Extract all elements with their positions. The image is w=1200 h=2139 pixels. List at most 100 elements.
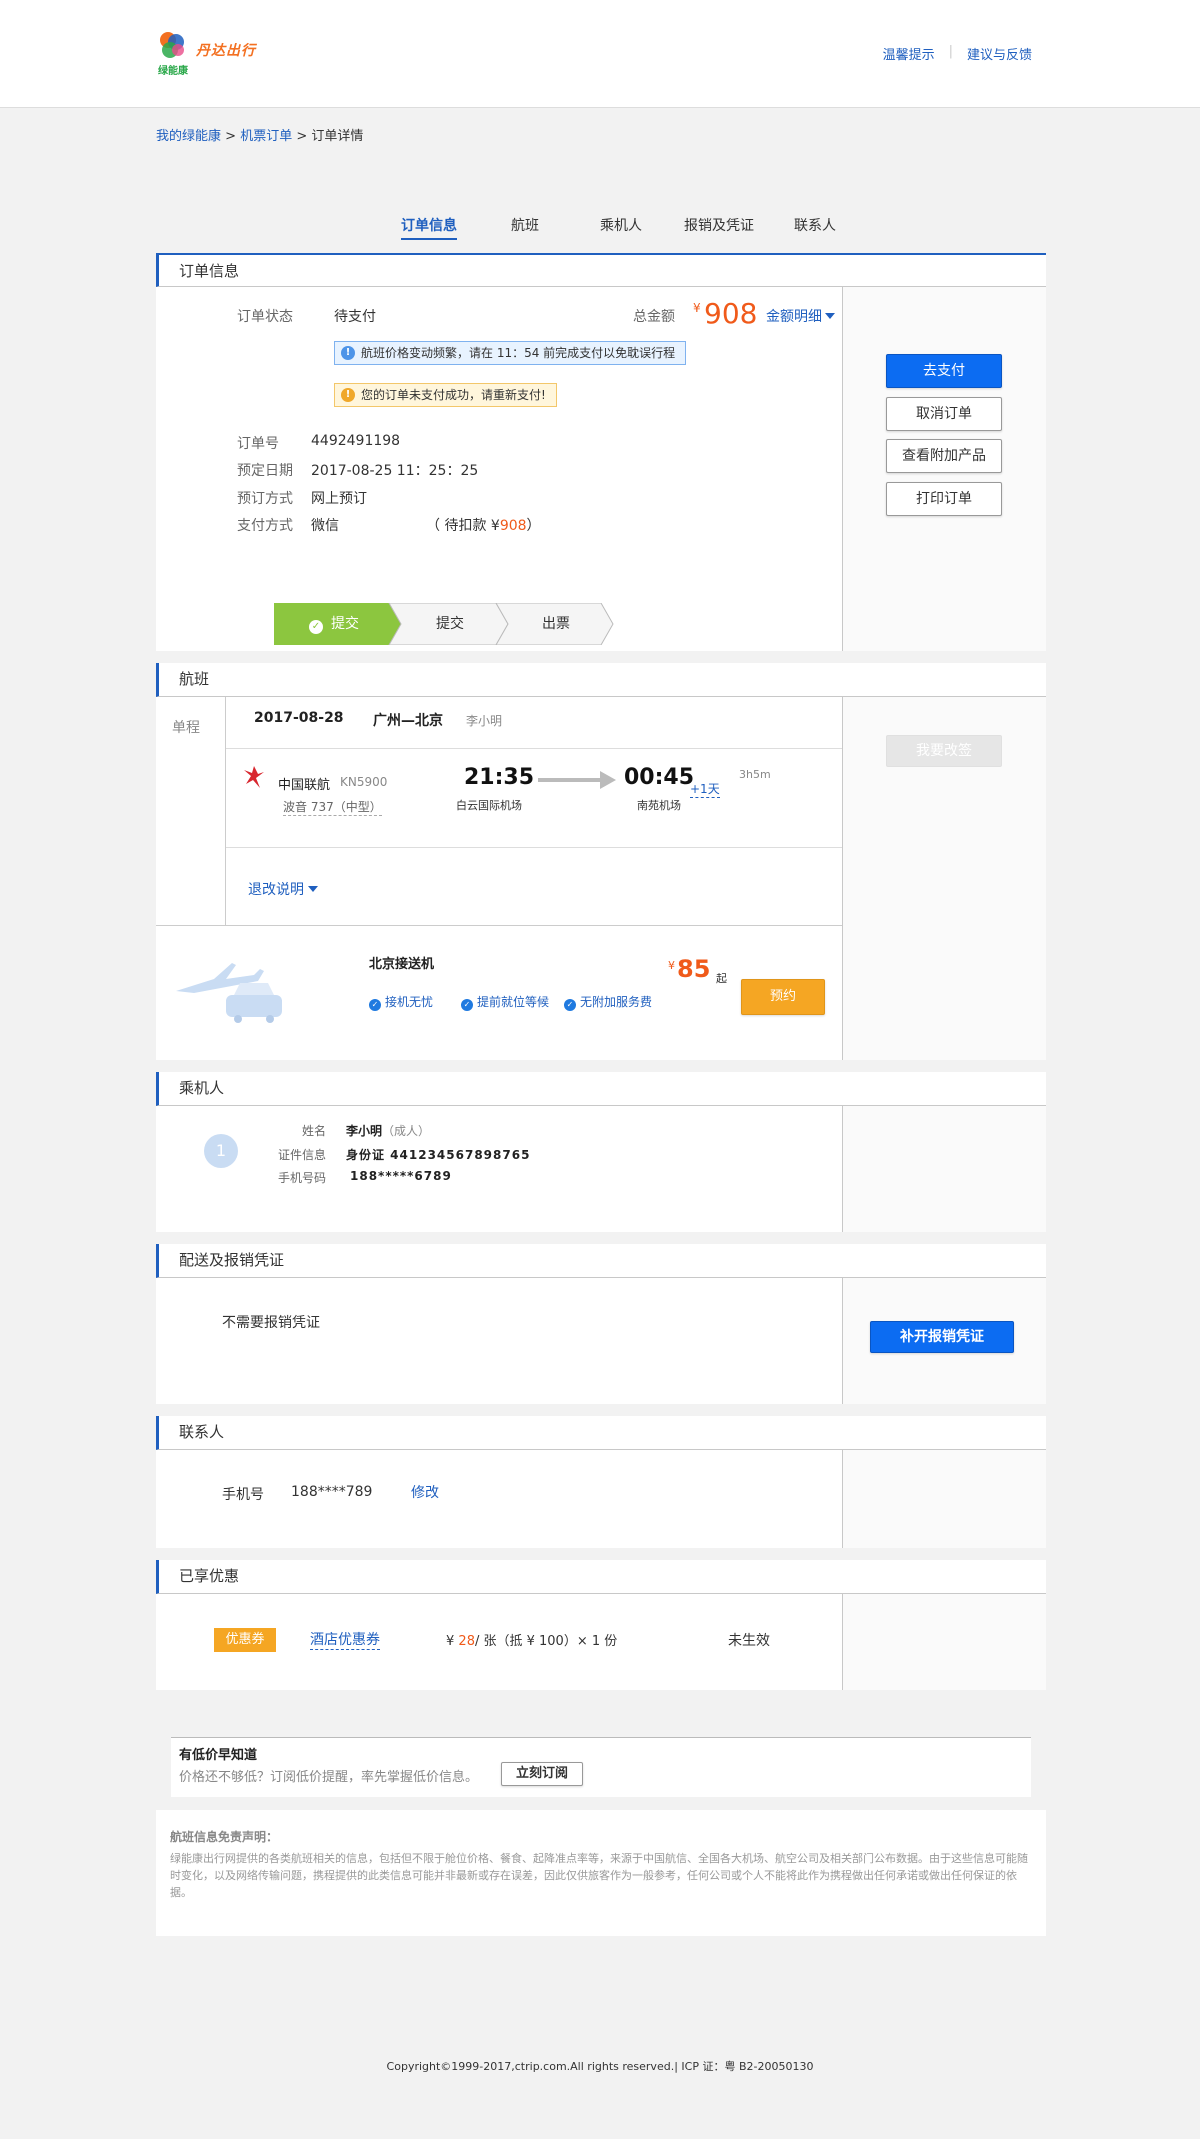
info-icon: ! (341, 346, 355, 360)
header-links: 温馨提示 | 建议与反馈 (869, 44, 1046, 63)
delivery-text: 不需要报销凭证 (222, 1315, 320, 1331)
transfer-feature: ✓ 提前就位等候 (461, 993, 549, 1011)
passengers-side (842, 1106, 1046, 1232)
book-transfer-button[interactable]: 预约 (741, 979, 825, 1015)
transfer-feature: ✓ 无附加服务费 (564, 993, 652, 1011)
feature-label: 提前就位等候 (477, 995, 550, 1009)
booking-date-label: 预定日期 (237, 463, 293, 479)
logo-subtext: 绿能康 (158, 66, 188, 77)
subscribe-button[interactable]: 立刻订阅 (501, 1762, 583, 1786)
transfer-currency: ¥ (668, 959, 675, 972)
amount-detail-link[interactable]: 金额明细 (766, 306, 835, 326)
phone-label: 手机号码 (277, 1171, 326, 1185)
coupon-status: 未生效 (728, 1633, 770, 1649)
low-price-text: 价格还不够低？订阅低价提醒，率先掌握低价信息。 (179, 1770, 479, 1785)
departure-time: 21:35 (464, 765, 535, 790)
view-addons-button[interactable]: 查看附加产品 (886, 439, 1002, 473)
edit-contact-link[interactable]: 修改 (411, 1482, 439, 1502)
pending-value: 908 (499, 518, 527, 534)
hotel-coupon-link[interactable]: 酒店优惠券 (310, 1629, 380, 1650)
panel-title: 配送及报销凭证 (156, 1244, 1046, 1278)
total-label: 总金额 (633, 309, 675, 325)
next-day-indicator[interactable]: +1天 (690, 780, 720, 798)
breadcrumb-separator: > (225, 129, 237, 144)
feature-label: 接机无忧 (385, 995, 434, 1009)
step-label: 提交 (331, 616, 359, 632)
passenger-name: 李小明（成人） (346, 1122, 430, 1139)
arrival-airport: 南苑机场 (637, 799, 681, 812)
divider (156, 925, 842, 926)
tab-flight[interactable]: 航班 (511, 215, 539, 235)
trip-type-column: 单程 (156, 697, 226, 925)
order-info-panel: 订单信息 去支付 取消订单 查看附加产品 打印订单 订单状态 待支付 总金额 ¥… (156, 253, 1046, 651)
tab-passengers[interactable]: 乘机人 (600, 215, 642, 235)
footer: Copyright©1999-2017,ctrip.com.All rights… (386, 2060, 814, 2073)
check-icon: ✓ (369, 999, 381, 1011)
coupon-detail: / 张（抵 ¥ 100）× 1 份 (474, 1634, 618, 1649)
flight-date: 2017-08-28 (254, 710, 344, 726)
tab-invoice[interactable]: 报销及凭证 (684, 215, 754, 235)
airline-logo-icon (244, 766, 264, 788)
step-submit: 提交 (436, 616, 464, 632)
site-header: 丹达出行 绿能康 温馨提示 | 建议与反馈 (0, 0, 1200, 108)
pending-amount: （ 待扣款 ¥908） (426, 515, 541, 535)
caret-down-icon (825, 313, 835, 319)
check-circle-icon: ✓ (309, 620, 323, 634)
trip-type: 单程 (172, 720, 200, 736)
breadcrumb-current: 订单详情 (311, 129, 364, 144)
flight-panel: 航班 我要改签 单程 2017-08-28 广州—北京 李小明 中国联航 KN5… (156, 663, 1046, 1060)
delivery-panel: 配送及报销凭证 补开报销凭证 不需要报销凭证 (156, 1244, 1046, 1404)
logo-text: 丹达出行 (196, 43, 256, 59)
payment-method-label: 支付方式 (237, 518, 293, 534)
tab-order-info[interactable]: 订单信息 (401, 215, 457, 240)
total-amount: 908 (704, 297, 758, 330)
divider (226, 847, 842, 848)
aircraft-type[interactable]: 波音 737（中型） (283, 798, 382, 816)
reissue-invoice-button[interactable]: 补开报销凭证 (870, 1321, 1014, 1353)
pending-prefix: （ 待扣款 ¥ (426, 518, 500, 534)
breadcrumb-my-account[interactable]: 我的绿能康 (156, 129, 221, 144)
breadcrumb: 我的绿能康 > 机票订单 > 订单详情 (156, 125, 363, 144)
price-change-notice: ! 航班价格变动频繁，请在 11：54 前完成支付以免耽误行程 (334, 341, 687, 365)
breadcrumb-separator: > (296, 129, 308, 144)
feature-label: 无附加服务费 (580, 995, 653, 1009)
check-icon: ✓ (461, 999, 473, 1011)
passengers-panel: 乘机人 1 姓名 李小明（成人） 证件信息 身份证 44123456789876… (156, 1072, 1046, 1232)
breadcrumb-flight-orders[interactable]: 机票订单 (240, 129, 292, 144)
amount-detail-label: 金额明细 (766, 309, 822, 325)
header-link-tips[interactable]: 温馨提示 (869, 44, 949, 63)
refund-change-label: 退改说明 (248, 882, 304, 898)
pay-button[interactable]: 去支付 (886, 354, 1002, 388)
booking-date-value: 2017-08-25 11：25：25 (311, 463, 479, 479)
notice-text: 您的订单未支付成功，请重新支付! (361, 388, 546, 402)
panel-title: 联系人 (156, 1416, 1046, 1450)
passenger-index-badge: 1 (204, 1134, 238, 1168)
panel-title: 乘机人 (156, 1072, 1046, 1106)
name-label: 姓名 (301, 1124, 326, 1138)
transfer-price: 85 (677, 955, 711, 983)
order-number-label: 订单号 (237, 436, 279, 452)
booking-method-label: 预订方式 (237, 491, 293, 507)
panel-title: 订单信息 (156, 253, 1046, 287)
tab-contact[interactable]: 联系人 (794, 215, 836, 235)
logo-icon (160, 32, 184, 58)
change-flight-button[interactable]: 我要改签 (886, 735, 1002, 767)
transfer-title: 北京接送机 (369, 957, 435, 972)
flight-route: 广州—北京 (373, 713, 443, 729)
disclaimer-text: 绿能康出行网提供的各类航班相关的信息，包括但不限于舱位价格、餐食、起降准点率等，… (170, 1852, 1028, 1899)
caret-down-icon (308, 886, 318, 892)
cancel-order-button[interactable]: 取消订单 (886, 397, 1002, 431)
status-label: 订单状态 (237, 309, 293, 325)
logo[interactable]: 丹达出行 绿能康 (156, 28, 256, 78)
step-submitted-done: ✓ 提交 (274, 603, 394, 645)
disclaimer: 航班信息免责声明： 绿能康出行网提供的各类航班相关的信息，包括但不限于舱位价格、… (156, 1810, 1046, 1936)
print-order-button[interactable]: 打印订单 (886, 482, 1002, 516)
discount-panel: 已享优惠 优惠券 酒店优惠券 ¥ 28/ 张（抵 ¥ 100）× 1 份 未生效 (156, 1560, 1046, 1690)
departure-airport: 白云国际机场 (456, 799, 522, 812)
warning-icon: ! (341, 388, 355, 402)
contact-phone-label: 手机号 (222, 1487, 264, 1503)
refund-change-link[interactable]: 退改说明 (248, 879, 318, 899)
passenger-type: （成人） (382, 1124, 431, 1138)
id-label: 证件信息 (277, 1148, 326, 1162)
header-link-feedback[interactable]: 建议与反馈 (953, 44, 1046, 63)
